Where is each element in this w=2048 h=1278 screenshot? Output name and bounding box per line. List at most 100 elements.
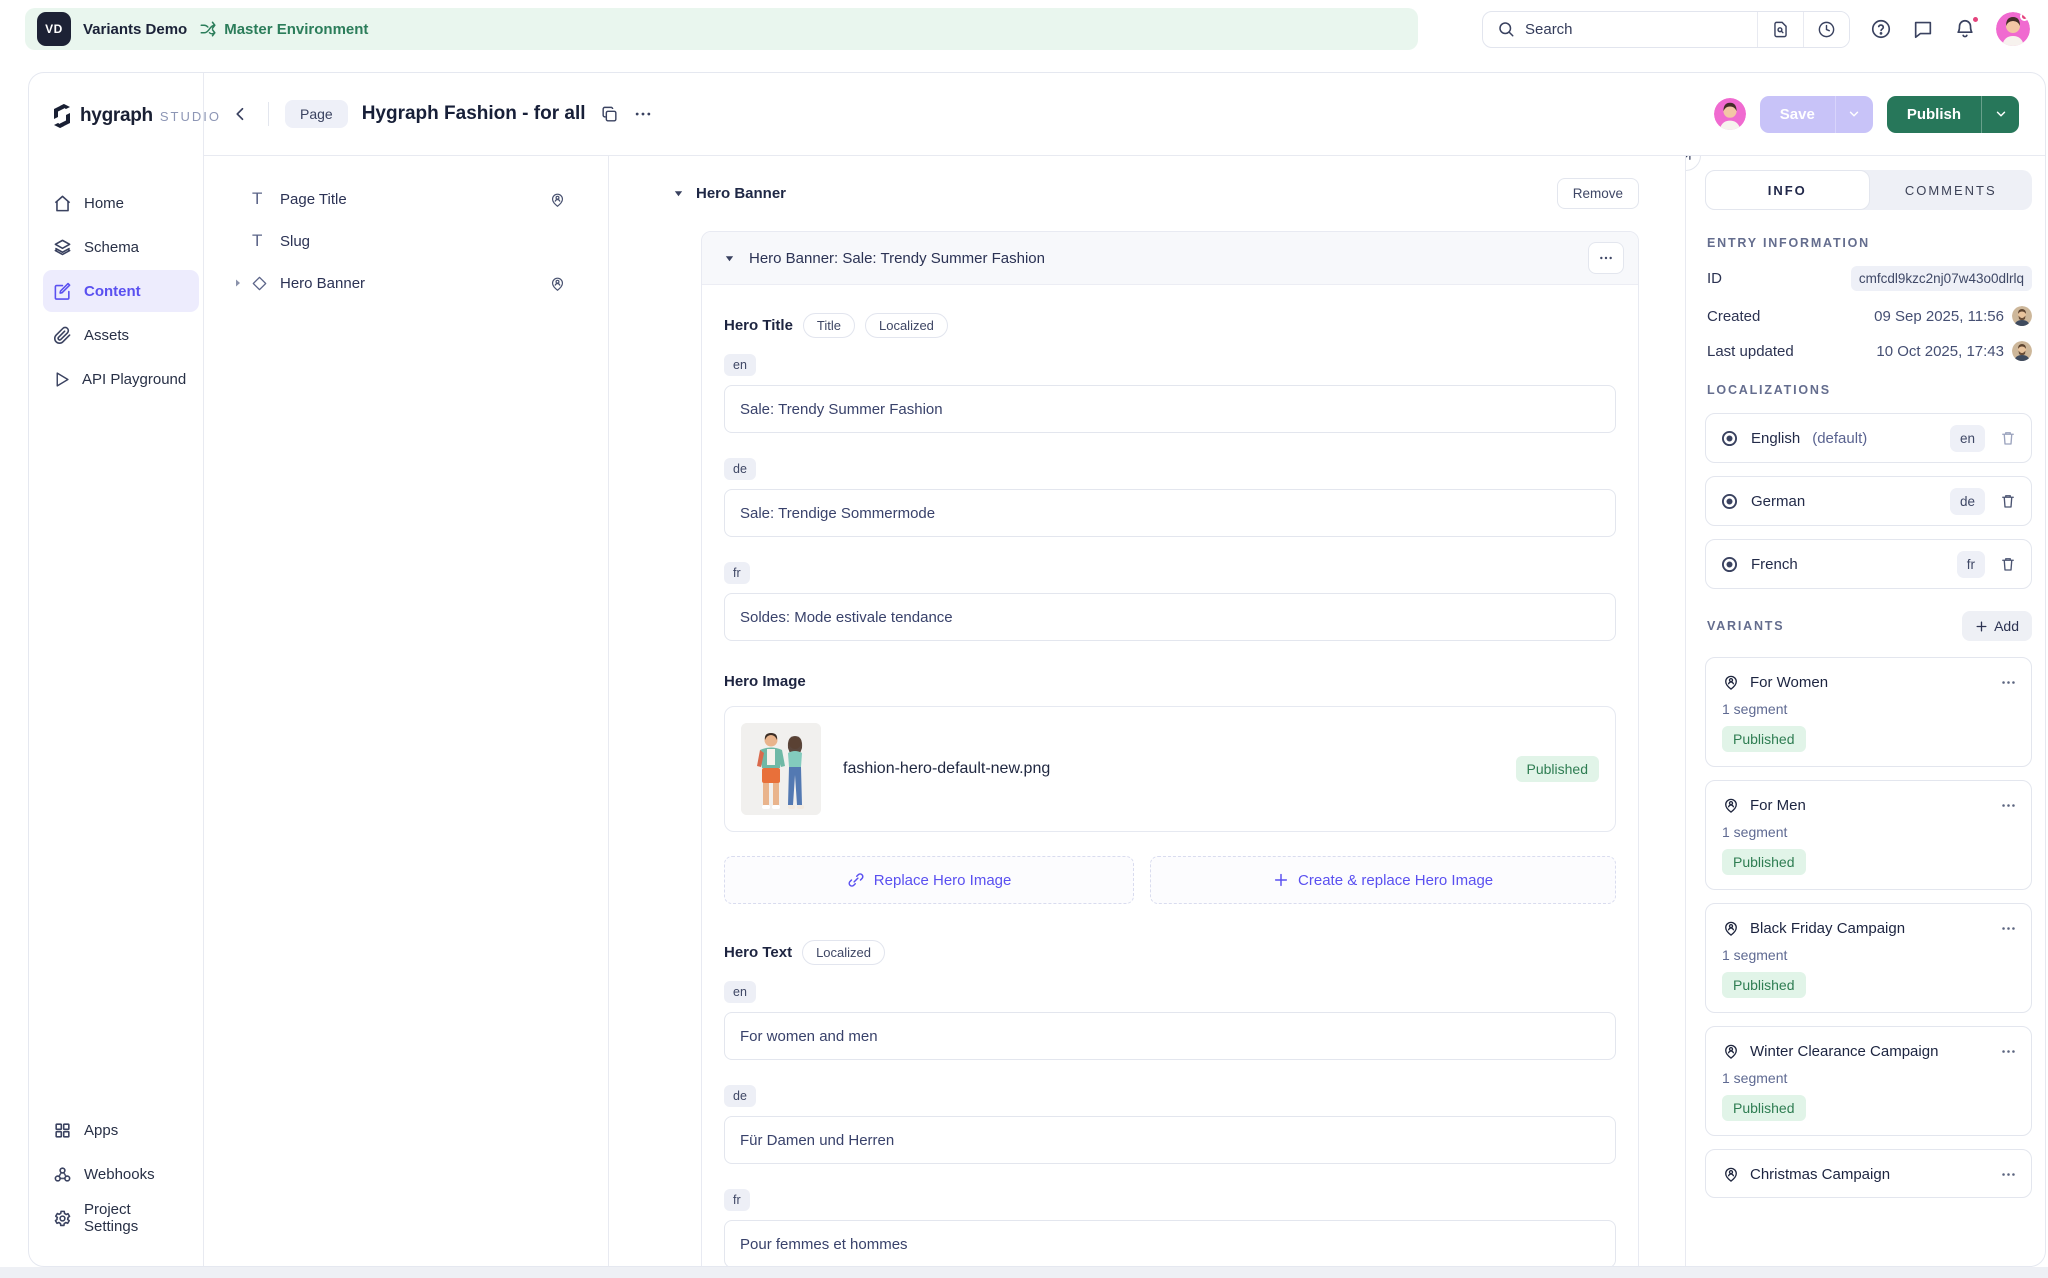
copy-id-button[interactable] — [600, 105, 619, 124]
collapse-panel-button[interactable] — [1685, 156, 1701, 171]
variant-more-button[interactable] — [2000, 674, 2017, 691]
variant-status-badge: Published — [1722, 972, 1806, 998]
search-input[interactable] — [1515, 21, 1757, 38]
field-type-pill: Title — [803, 313, 855, 338]
project-name[interactable]: Variants Demo — [83, 21, 187, 38]
component-header[interactable]: Hero Banner: Sale: Trendy Summer Fashion — [702, 232, 1638, 285]
variant-status-badge: Published — [1722, 726, 1806, 752]
component-title: Hero Banner: Sale: Trendy Summer Fashion — [749, 250, 1045, 267]
publish-split-button: Publish — [1887, 96, 2019, 133]
hero-text-de-input[interactable] — [724, 1116, 1616, 1164]
sidebar-item-apps[interactable]: Apps — [43, 1109, 199, 1151]
model-type-badge[interactable]: Page — [285, 100, 348, 128]
localization-row-french[interactable]: French fr — [1705, 539, 2032, 589]
tab-info[interactable]: INFO — [1705, 170, 1870, 210]
hero-text-en-input[interactable] — [724, 1012, 1616, 1060]
chevron-left-icon — [232, 105, 250, 123]
save-button[interactable]: Save — [1760, 96, 1835, 133]
variant-more-button[interactable] — [2000, 1166, 2017, 1183]
variant-name: Winter Clearance Campaign — [1750, 1043, 1938, 1060]
document-search-icon — [1771, 20, 1790, 39]
project-badge[interactable]: VD — [37, 12, 71, 46]
add-variant-button[interactable]: Add — [1962, 611, 2032, 641]
remove-component-button[interactable]: Remove — [1557, 178, 1639, 209]
edit-square-icon — [53, 282, 72, 301]
back-button[interactable] — [232, 105, 250, 123]
variant-card-for-women[interactable]: For Women 1 segment Published — [1705, 657, 2032, 767]
delete-locale-button[interactable] — [1997, 427, 2019, 449]
delete-locale-button[interactable] — [1997, 490, 2019, 512]
paperclip-icon — [53, 326, 72, 345]
sidebar-item-label: Content — [84, 283, 141, 300]
sidebar-item-assets[interactable]: Assets — [43, 314, 199, 356]
variant-card-christmas[interactable]: Christmas Campaign — [1705, 1149, 2032, 1198]
collapse-triangle-icon[interactable] — [673, 188, 684, 199]
editor-avatar — [1714, 98, 1746, 130]
sidebar-item-schema[interactable]: Schema — [43, 226, 199, 268]
tree-item-hero-banner[interactable]: Hero Banner — [232, 262, 566, 304]
hero-title-fr-input[interactable] — [724, 593, 1616, 641]
sidebar-item-home[interactable]: Home — [43, 182, 199, 224]
expand-chevron-icon[interactable] — [232, 277, 252, 289]
help-button[interactable] — [1870, 18, 1892, 40]
asset-card[interactable]: fashion-hero-default-new.png Published — [724, 706, 1616, 832]
variant-card-black-friday[interactable]: Black Friday Campaign 1 segment Publishe… — [1705, 903, 2032, 1013]
entry-form: Hero Banner Remove Hero Banner: Sale: Tr… — [609, 156, 1685, 1266]
info-panel: INFO COMMENTS ENTRY INFORMATION ID cmfcd… — [1685, 156, 2045, 1266]
variant-pin-icon — [1722, 796, 1740, 814]
sidebar-item-content[interactable]: Content — [43, 270, 199, 312]
webhook-icon — [53, 1165, 72, 1184]
tree-item-page-title[interactable]: T Page Title — [232, 178, 566, 220]
tree-item-slug[interactable]: T Slug — [232, 220, 566, 262]
publish-dropdown-button[interactable] — [1981, 96, 2019, 133]
replace-hero-image-label: Replace Hero Image — [874, 872, 1012, 889]
asset-filename: fashion-hero-default-new.png — [843, 760, 1050, 778]
grid-icon — [53, 1121, 72, 1140]
collapse-triangle-icon[interactable] — [724, 253, 735, 264]
sidebar-item-api-playground[interactable]: API Playground — [43, 358, 199, 400]
feedback-button[interactable] — [1912, 18, 1934, 40]
variant-card-for-men[interactable]: For Men 1 segment Published — [1705, 780, 2032, 890]
variant-more-button[interactable] — [2000, 797, 2017, 814]
search-entries-button[interactable] — [1757, 12, 1803, 47]
publish-button[interactable]: Publish — [1887, 96, 1981, 133]
delete-locale-button[interactable] — [1997, 553, 2019, 575]
variant-segments: 1 segment — [1722, 1070, 2017, 1086]
user-avatar[interactable] — [1996, 12, 2030, 46]
logo-word: hygraph — [80, 105, 153, 127]
variant-name: Christmas Campaign — [1750, 1166, 1890, 1183]
create-replace-hero-image-button[interactable]: Create & replace Hero Image — [1150, 856, 1616, 904]
hero-text-fr-input[interactable] — [724, 1220, 1616, 1266]
search-icon — [1497, 20, 1515, 38]
localization-row-german[interactable]: German de — [1705, 476, 2032, 526]
tab-comments[interactable]: COMMENTS — [1870, 170, 2033, 210]
recent-entries-button[interactable] — [1803, 12, 1849, 47]
locale-tag-en: en — [724, 981, 756, 1003]
locale-name: French — [1751, 556, 1798, 573]
hero-title-en-input[interactable] — [724, 385, 1616, 433]
ellipsis-icon — [633, 104, 653, 124]
hygraph-logo[interactable]: hygraph STUDIO — [51, 103, 189, 129]
variant-more-button[interactable] — [2000, 1043, 2017, 1060]
hero-title-de-input[interactable] — [724, 489, 1616, 537]
layers-icon — [53, 238, 72, 257]
entry-more-button[interactable] — [633, 104, 653, 124]
replace-hero-image-button[interactable]: Replace Hero Image — [724, 856, 1134, 904]
entry-information-heading: ENTRY INFORMATION — [1707, 236, 2032, 250]
localization-row-english[interactable]: English (default) en — [1705, 413, 2032, 463]
sidebar-item-project-settings[interactable]: Project Settings — [43, 1197, 199, 1239]
notifications-button[interactable] — [1954, 18, 1976, 40]
entry-id-value[interactable]: cmfcdl9kzc2nj07w43o0dlrlq — [1851, 266, 2032, 291]
component-more-button[interactable] — [1588, 242, 1624, 274]
sidebar-item-label: Assets — [84, 327, 129, 344]
environment-switcher[interactable]: Master Environment — [199, 20, 368, 38]
save-dropdown-button[interactable] — [1835, 96, 1873, 133]
localized-pill: Localized — [865, 313, 948, 338]
home-icon — [53, 194, 72, 213]
updated-label: Last updated — [1707, 343, 1794, 360]
sidebar-item-webhooks[interactable]: Webhooks — [43, 1153, 199, 1195]
tree-item-label: Page Title — [280, 191, 347, 208]
variant-more-button[interactable] — [2000, 920, 2017, 937]
variant-card-winter-clearance[interactable]: Winter Clearance Campaign 1 segment Publ… — [1705, 1026, 2032, 1136]
sidebar-item-label: API Playground — [82, 371, 186, 388]
